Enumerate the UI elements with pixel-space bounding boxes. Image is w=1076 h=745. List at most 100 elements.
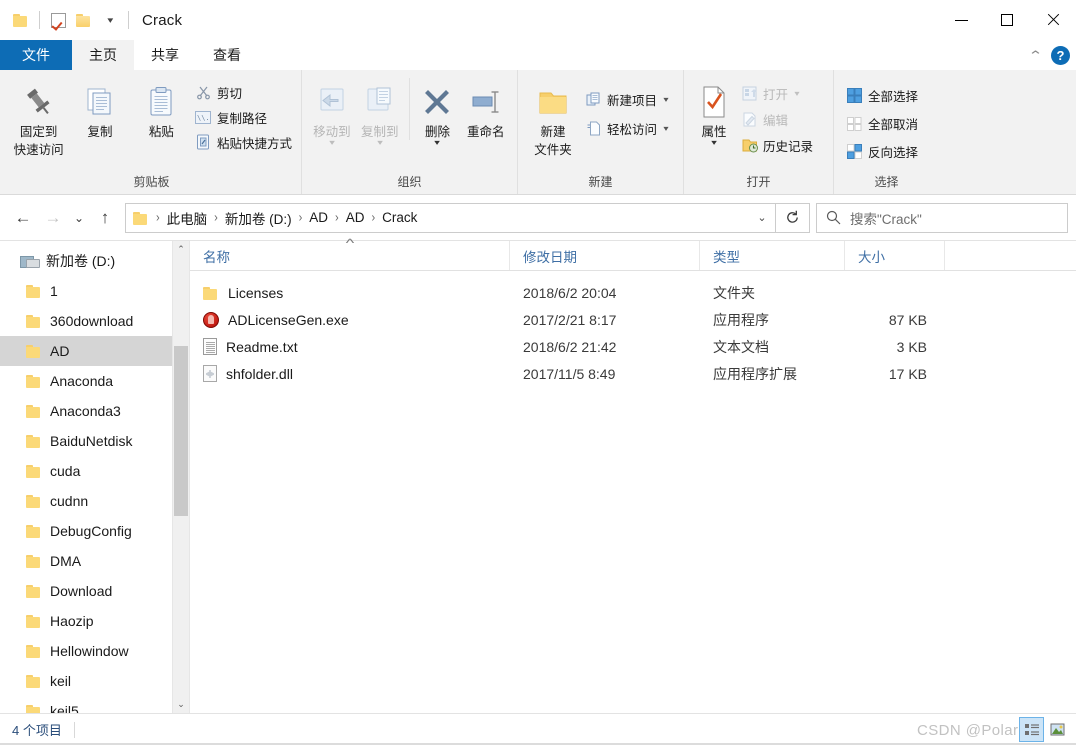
help-button[interactable]: ? — [1051, 45, 1070, 65]
sidebar-item-cuda[interactable]: cuda — [0, 456, 189, 486]
folder-icon — [26, 434, 42, 448]
pin-label-line1: 固定到 — [19, 125, 58, 139]
table-row[interactable]: shfolder.dll 2017/11/5 8:49 应用程序扩展 17 KB — [190, 360, 1076, 387]
new-item-button[interactable]: 新建项目 ▾ — [582, 88, 671, 110]
history-button[interactable]: 历史记录 — [738, 134, 816, 156]
copy-to-caret-icon[interactable]: ▾ — [377, 139, 383, 147]
invert-selection-button[interactable]: 反向选择 — [843, 140, 921, 162]
scroll-down-arrow-icon[interactable]: ⌄ — [173, 696, 189, 713]
new-folder-icon[interactable] — [71, 7, 97, 33]
properties-caret-icon[interactable]: ▾ — [711, 139, 717, 147]
sidebar-scrollbar[interactable]: ⌃ ⌄ — [172, 241, 189, 713]
folder-icon[interactable] — [8, 7, 34, 33]
paste-shortcut-button[interactable]: 粘贴快捷方式 — [192, 131, 295, 153]
search-input[interactable]: 搜索"Crack" — [850, 208, 922, 228]
cut-button[interactable]: 剪切 — [192, 81, 295, 103]
open-icon — [741, 85, 758, 102]
sidebar-item-cudnn[interactable]: cudnn — [0, 486, 189, 516]
close-button[interactable] — [1030, 0, 1076, 40]
delete-caret-icon[interactable]: ▾ — [435, 139, 441, 147]
item-count-label: 4 个项目 — [12, 723, 62, 738]
sidebar-item-haozip[interactable]: Haozip — [0, 606, 189, 636]
sidebar-item-download[interactable]: Download — [0, 576, 189, 606]
easy-access-button[interactable]: 轻松访问 ▾ — [582, 117, 671, 139]
open-button[interactable]: 打开 ▾ — [738, 82, 816, 104]
sidebar-item-anaconda[interactable]: Anaconda — [0, 366, 189, 396]
search-box[interactable]: 搜索"Crack" — [816, 202, 1068, 233]
column-header-size[interactable]: 大小 — [845, 241, 945, 270]
copy-button[interactable]: 复制 — [69, 76, 130, 140]
tab-home[interactable]: 主页 — [72, 40, 134, 70]
details-view-icon[interactable] — [1019, 717, 1044, 742]
maximize-button[interactable] — [984, 0, 1030, 40]
sidebar-item-anaconda3[interactable]: Anaconda3 — [0, 396, 189, 426]
folder-tree: 新加卷 (D:) 1 360download AD Anaconda Anaco… — [0, 241, 189, 713]
move-to-button[interactable]: 移动到 ▾ — [308, 76, 356, 147]
breadcrumb-item-4[interactable]: Crack — [378, 208, 421, 227]
sidebar-item-keil5[interactable]: keil5 — [0, 696, 189, 713]
sidebar-item-label: Anaconda — [50, 373, 114, 389]
forward-arrow-icon[interactable]: → — [38, 203, 68, 233]
sidebar-item-ad[interactable]: AD — [0, 336, 189, 366]
breadcrumb-item-0[interactable]: 此电脑 — [163, 206, 212, 230]
breadcrumb-bar[interactable]: › 此电脑 › 新加卷 (D:) › AD › AD › Crack ⌄ — [125, 202, 776, 233]
breadcrumb-item-3[interactable]: AD — [342, 208, 369, 227]
sidebar-item-hellowindow[interactable]: Hellowindow — [0, 636, 189, 666]
sidebar-item-label: Hellowindow — [50, 643, 129, 659]
delete-button[interactable]: 删除 ▾ — [415, 76, 461, 147]
breadcrumb-item-2[interactable]: AD — [305, 208, 332, 227]
large-icons-view-icon[interactable] — [1045, 717, 1070, 742]
refresh-icon[interactable] — [776, 202, 810, 233]
tab-file[interactable]: 文件 — [0, 40, 72, 70]
pin-to-quick-access-button[interactable]: 固定到 快速访问 — [8, 76, 69, 158]
sidebar-item-dma[interactable]: DMA — [0, 546, 189, 576]
scroll-up-arrow-icon[interactable]: ⌃ — [173, 241, 189, 258]
new-folder-button[interactable]: 新建 文件夹 — [524, 76, 582, 158]
easy-access-caret-icon[interactable]: ▾ — [663, 124, 668, 133]
recent-locations-caret-icon[interactable]: ⌄ — [68, 203, 90, 233]
tab-share[interactable]: 共享 — [134, 40, 196, 70]
back-arrow-icon[interactable]: ← — [8, 203, 38, 233]
paste-button[interactable]: 粘贴 — [131, 76, 192, 140]
new-item-caret-icon[interactable]: ▾ — [663, 95, 668, 104]
sidebar-item-360download[interactable]: 360download — [0, 306, 189, 336]
open-small-buttons: 打开 ▾ 编辑 历史记录 — [738, 76, 816, 156]
sidebar-item-debugconfig[interactable]: DebugConfig — [0, 516, 189, 546]
customize-caret-icon[interactable]: ▾ — [97, 7, 123, 33]
move-to-caret-icon[interactable]: ▾ — [329, 139, 335, 147]
copy-path-button[interactable]: \\.. 复制路径 — [192, 106, 295, 128]
up-arrow-icon[interactable]: ↑ — [90, 203, 120, 233]
select-all-button[interactable]: 全部选择 — [843, 84, 921, 106]
open-caret-icon[interactable]: ▾ — [794, 89, 799, 98]
table-row[interactable]: Licenses 2018/6/2 20:04 文件夹 — [190, 279, 1076, 306]
rename-icon — [469, 82, 503, 122]
table-row[interactable]: Readme.txt 2018/6/2 21:42 文本文档 3 KB — [190, 333, 1076, 360]
sidebar-item-drive-d[interactable]: 新加卷 (D:) — [0, 246, 189, 276]
sidebar-item-keil[interactable]: keil — [0, 666, 189, 696]
rename-button[interactable]: 重命名 — [460, 76, 511, 140]
new-item-label: 新建项目 — [607, 93, 658, 108]
ribbon-group-organize: 移动到 ▾ 复制到 ▾ 删除 ▾ 重命名 组织 — [302, 70, 518, 194]
copy-to-button[interactable]: 复制到 ▾ — [356, 76, 404, 147]
tab-view[interactable]: 查看 — [196, 40, 258, 70]
address-dropdown-caret-icon[interactable]: ⌄ — [751, 205, 773, 231]
delete-x-icon — [421, 82, 453, 122]
edit-button[interactable]: 编辑 — [738, 108, 816, 130]
select-none-button[interactable]: 全部取消 — [843, 112, 921, 134]
minimize-button[interactable] — [938, 0, 984, 40]
column-header-type[interactable]: 类型 — [700, 241, 845, 270]
properties-button[interactable]: 属性 ▾ — [690, 76, 738, 147]
new-item-icon — [585, 91, 602, 108]
column-header-name[interactable]: 名称 — [190, 241, 510, 270]
pin-label-line2: 快速访问 — [13, 143, 64, 157]
sidebar-item-label: BaiduNetdisk — [50, 433, 133, 449]
chevron-up-icon[interactable]: ⌃ — [1028, 49, 1043, 62]
properties-check-icon[interactable] — [45, 7, 71, 33]
sidebar-item-baidunetdisk[interactable]: BaiduNetdisk — [0, 426, 189, 456]
table-row[interactable]: ADLicenseGen.exe 2017/2/21 8:17 应用程序 87 … — [190, 306, 1076, 333]
scrollbar-thumb[interactable] — [174, 346, 188, 516]
sidebar-item-1[interactable]: 1 — [0, 276, 189, 306]
svg-text:\\..: \\.. — [197, 114, 211, 122]
breadcrumb-item-1[interactable]: 新加卷 (D:) — [221, 206, 296, 230]
column-header-date[interactable]: 修改日期 — [510, 241, 700, 270]
